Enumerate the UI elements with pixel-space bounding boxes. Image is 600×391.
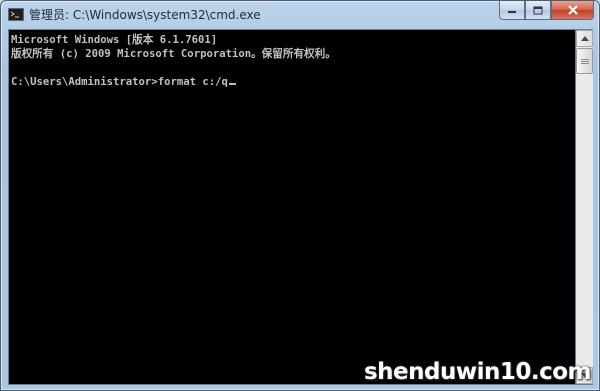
console-output[interactable]: Microsoft Windows [版本 6.1.7601] 版权所有 (c)…	[8, 29, 576, 385]
cmd-window: 管理员: C:\Windows\system32\cmd.exe Microso…	[0, 0, 600, 391]
grip-line	[581, 61, 589, 62]
minimize-button[interactable]	[499, 1, 525, 20]
scroll-up-button[interactable]	[576, 30, 593, 47]
caption-buttons	[499, 1, 594, 21]
window-title: 管理员: C:\Windows\system32\cmd.exe	[29, 8, 261, 22]
grip-line	[581, 59, 589, 60]
command-line: C:\Users\Administrator>format c:/q	[11, 76, 228, 88]
watermark: shenduwin10.com	[363, 359, 592, 385]
console-text: Microsoft Windows [版本 6.1.7601] 版权所有 (c)…	[11, 33, 336, 89]
vertical-scrollbar[interactable]	[576, 29, 593, 385]
maximize-icon	[533, 6, 543, 14]
console-line: 版权所有 (c) 2009 Microsoft Corporation。保留所有…	[11, 48, 336, 60]
maximize-button[interactable]	[525, 1, 551, 20]
cmd-icon[interactable]	[8, 8, 24, 21]
close-icon	[567, 5, 578, 15]
arrow-up-icon	[580, 36, 589, 41]
console-line: Microsoft Windows [版本 6.1.7601]	[11, 34, 218, 46]
grip-line	[581, 63, 589, 64]
title-bar[interactable]: 管理员: C:\Windows\system32\cmd.exe	[1, 1, 599, 29]
minimize-icon	[508, 11, 516, 13]
text-cursor	[228, 83, 236, 85]
close-button[interactable]	[551, 1, 594, 20]
scroll-thumb[interactable]	[576, 48, 593, 74]
